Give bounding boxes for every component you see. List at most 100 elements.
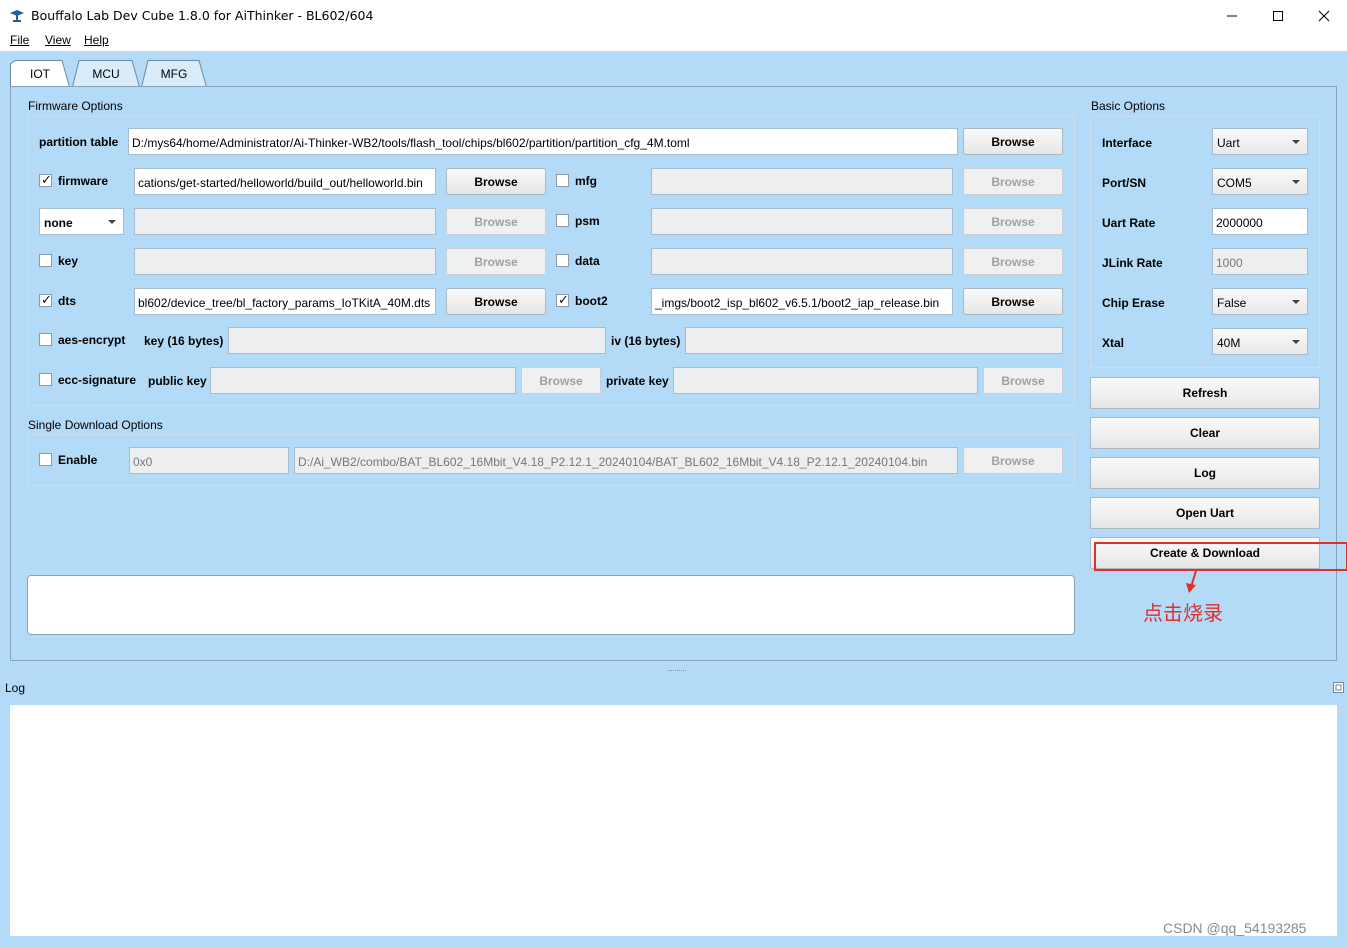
splitter-handle[interactable] xyxy=(668,670,686,674)
key-path-input xyxy=(134,248,436,275)
psm-browse-button: Browse xyxy=(963,208,1063,235)
annotation-text: 点击烧录 xyxy=(1143,601,1223,625)
public-key-label: public key xyxy=(148,374,207,388)
aes-key-input xyxy=(228,327,606,354)
mfg-path-input xyxy=(651,168,953,195)
dts-path-input[interactable]: bl602/device_tree/bl_factory_params_IoTK… xyxy=(134,288,436,315)
aes-key-label: key (16 bytes) xyxy=(144,334,224,348)
uart-rate-label: Uart Rate xyxy=(1102,216,1156,230)
single-download-enable-label: Enable xyxy=(58,453,98,467)
tab-mcu-label: MCU xyxy=(92,67,120,81)
tab-iot-label: IOT xyxy=(30,67,50,81)
port-sn-label: Port/SN xyxy=(1102,176,1147,190)
key-checkbox[interactable] xyxy=(39,254,52,267)
private-key-browse-button: Browse xyxy=(983,367,1063,394)
xtal-select-value: 40M xyxy=(1217,336,1241,350)
psm-checkbox[interactable] xyxy=(556,214,569,227)
interface-label: Interface xyxy=(1102,136,1153,150)
port-sn-select[interactable]: COM5 xyxy=(1212,168,1308,195)
dts-label: dts xyxy=(58,294,76,308)
interface-select-value: Uart xyxy=(1217,136,1240,150)
log-button[interactable]: Log xyxy=(1090,457,1320,489)
port-sn-select-value: COM5 xyxy=(1217,176,1252,190)
jlink-rate-input: 1000 xyxy=(1212,248,1308,275)
menu-help[interactable]: Help xyxy=(84,33,109,47)
boot2-path-input[interactable]: _imgs/boot2_isp_bl602_v6.5.1/boot2_iap_r… xyxy=(651,288,953,315)
boot2-browse-button[interactable]: Browse xyxy=(963,288,1063,315)
chevron-down-icon xyxy=(1292,340,1300,344)
dts-browse-button[interactable]: Browse xyxy=(446,288,546,315)
aes-encrypt-checkbox[interactable] xyxy=(39,333,52,346)
psm-path-input xyxy=(651,208,953,235)
media-select-value: none xyxy=(44,216,73,230)
minimize-button[interactable] xyxy=(1209,0,1255,31)
chevron-down-icon xyxy=(1292,140,1300,144)
window-title: Bouffalo Lab Dev Cube 1.8.0 for AiThinke… xyxy=(31,8,374,23)
title-bar: Bouffalo Lab Dev Cube 1.8.0 for AiThinke… xyxy=(0,0,1347,31)
data-label: data xyxy=(575,254,600,268)
mfg-label: mfg xyxy=(575,174,597,188)
undock-icon[interactable] xyxy=(1333,682,1344,693)
psm-label: psm xyxy=(575,214,600,228)
interface-select[interactable]: Uart xyxy=(1212,128,1308,155)
tab-mfg[interactable]: MFG xyxy=(141,60,207,88)
media-select[interactable]: none xyxy=(39,208,124,235)
tab-mfg-label: MFG xyxy=(160,67,188,81)
xtal-label: Xtal xyxy=(1102,336,1125,350)
partition-table-input[interactable]: D:/mys64/home/Administrator/Ai-Thinker-W… xyxy=(128,128,958,155)
aes-iv-input xyxy=(685,327,1063,354)
close-icon xyxy=(1318,10,1330,21)
tab-iot[interactable]: IOT xyxy=(10,60,70,88)
chevron-down-icon xyxy=(1292,180,1300,184)
watermark: CSDN @qq_54193285 xyxy=(1163,920,1307,936)
xtal-select[interactable]: 40M xyxy=(1212,328,1308,355)
open-uart-button[interactable]: Open Uart xyxy=(1090,497,1320,529)
app-logo-icon xyxy=(10,10,24,22)
jlink-rate-label: JLink Rate xyxy=(1102,256,1163,270)
ecc-signature-checkbox[interactable] xyxy=(39,373,52,386)
log-label: Log xyxy=(5,681,26,695)
log-text-area[interactable] xyxy=(10,705,1337,936)
menu-help-label: Help xyxy=(84,33,109,47)
key-label: key xyxy=(58,254,79,268)
single-download-path-input: D:/Ai_WB2/combo/BAT_BL602_16Mbit_V4.18_P… xyxy=(294,447,958,474)
dts-checkbox[interactable] xyxy=(39,292,52,308)
chevron-down-icon xyxy=(1292,300,1300,304)
boot2-checkbox[interactable] xyxy=(556,292,569,308)
data-checkbox[interactable] xyxy=(556,254,569,267)
firmware-checkbox[interactable] xyxy=(39,172,52,188)
uart-rate-input[interactable]: 2000000 xyxy=(1212,208,1308,235)
firmware-browse-button[interactable]: Browse xyxy=(446,168,546,195)
close-button[interactable] xyxy=(1301,0,1347,31)
data-path-input xyxy=(651,248,953,275)
boot2-label: boot2 xyxy=(575,294,608,308)
firmware-options-label: Firmware Options xyxy=(28,99,123,113)
chip-erase-select[interactable]: False xyxy=(1212,288,1308,315)
public-key-browse-button: Browse xyxy=(521,367,601,394)
firmware-path-input[interactable]: cations/get-started/helloworld/build_out… xyxy=(134,168,436,195)
chevron-down-icon xyxy=(108,220,116,224)
partition-table-browse-button[interactable]: Browse xyxy=(963,128,1063,155)
tab-mcu[interactable]: MCU xyxy=(72,60,140,88)
maximize-icon xyxy=(1273,10,1283,21)
public-key-input xyxy=(210,367,516,394)
private-key-label: private key xyxy=(606,374,669,388)
mfg-browse-button: Browse xyxy=(963,168,1063,195)
single-download-enable-checkbox[interactable] xyxy=(39,453,52,466)
menu-bar: File View Help xyxy=(0,31,1347,51)
refresh-button[interactable]: Refresh xyxy=(1090,377,1320,409)
menu-file-label: File xyxy=(10,33,30,47)
clear-button[interactable]: Clear xyxy=(1090,417,1320,449)
chip-erase-label: Chip Erase xyxy=(1102,296,1165,310)
menu-file[interactable]: File xyxy=(10,33,29,47)
private-key-input xyxy=(673,367,978,394)
mfg-checkbox[interactable] xyxy=(556,174,569,187)
menu-view[interactable]: View xyxy=(45,33,71,47)
maximize-button[interactable] xyxy=(1255,0,1301,31)
status-output-box xyxy=(27,575,1075,635)
media-browse-button: Browse xyxy=(446,208,546,235)
aes-iv-label: iv (16 bytes) xyxy=(611,334,681,348)
ecc-signature-label: ecc-signature xyxy=(58,373,137,387)
annotation-arrow-icon xyxy=(1186,570,1197,593)
menu-view-label: View xyxy=(45,33,71,47)
